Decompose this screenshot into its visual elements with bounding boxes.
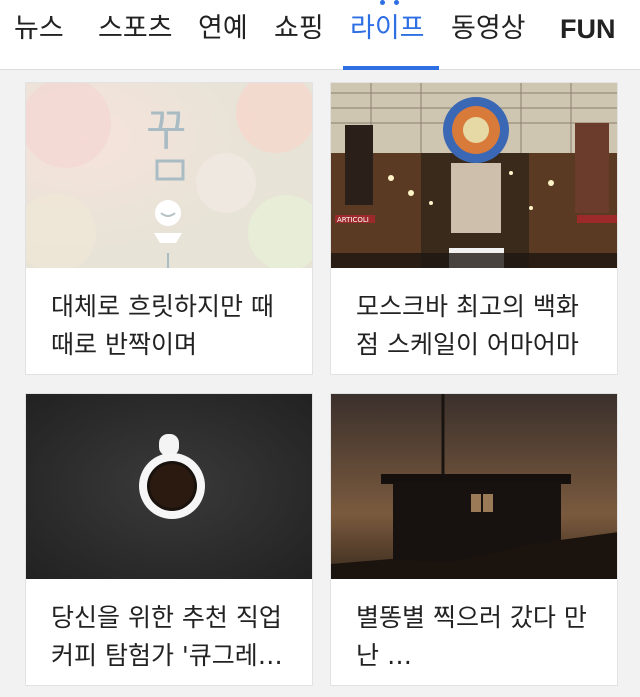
tab-news[interactable]: 뉴스 xyxy=(14,0,64,70)
indicator-dot xyxy=(394,0,399,5)
article-thumbnail: ARTICOLI xyxy=(331,83,617,268)
article-card[interactable]: 꾸 대체로 흐릿하지만 때때로 반짝이며 xyxy=(25,82,313,375)
article-grid: 꾸 대체로 흐릿하지만 때때로 반짝이며 ARTICOLI 모스크바 최고의 백… xyxy=(0,70,640,697)
article-title: 당신을 위한 추천 직업 커피 탐험가 '큐그레… xyxy=(51,603,283,670)
tab-fun[interactable]: FUN xyxy=(560,0,616,70)
article-title: 별똥별 찍으러 갔다 만난 … xyxy=(356,603,587,670)
article-card[interactable]: 당신을 위한 추천 직업 커피 탐험가 '큐그레… xyxy=(25,393,313,686)
article-card[interactable]: ARTICOLI 모스크바 최고의 백화점 스케일이 어마어마 xyxy=(330,82,618,375)
top-tab-bar: 뉴스 스포츠 연예 쇼핑 라이프 동영상 FUN xyxy=(0,0,640,70)
article-thumbnail: 꾸 xyxy=(26,83,312,268)
tab-life[interactable]: 라이프 xyxy=(350,0,425,70)
tab-video[interactable]: 동영상 xyxy=(451,0,526,70)
article-card[interactable]: 별똥별 찍으러 갔다 만난 … xyxy=(330,393,618,686)
tab-entertainment[interactable]: 연예 xyxy=(198,0,248,70)
article-title: 모스크바 최고의 백화점 스케일이 어마어마 xyxy=(356,292,579,359)
image-lettering: 꾸 xyxy=(146,105,186,156)
indicator-dot xyxy=(380,0,385,5)
article-thumbnail xyxy=(331,394,617,579)
article-title: 대체로 흐릿하지만 때때로 반짝이며 xyxy=(51,292,274,359)
tab-sports[interactable]: 스포츠 xyxy=(98,0,173,70)
image-sign-text: ARTICOLI xyxy=(337,216,369,224)
article-thumbnail xyxy=(26,394,312,579)
tab-shopping[interactable]: 쇼핑 xyxy=(274,0,324,70)
